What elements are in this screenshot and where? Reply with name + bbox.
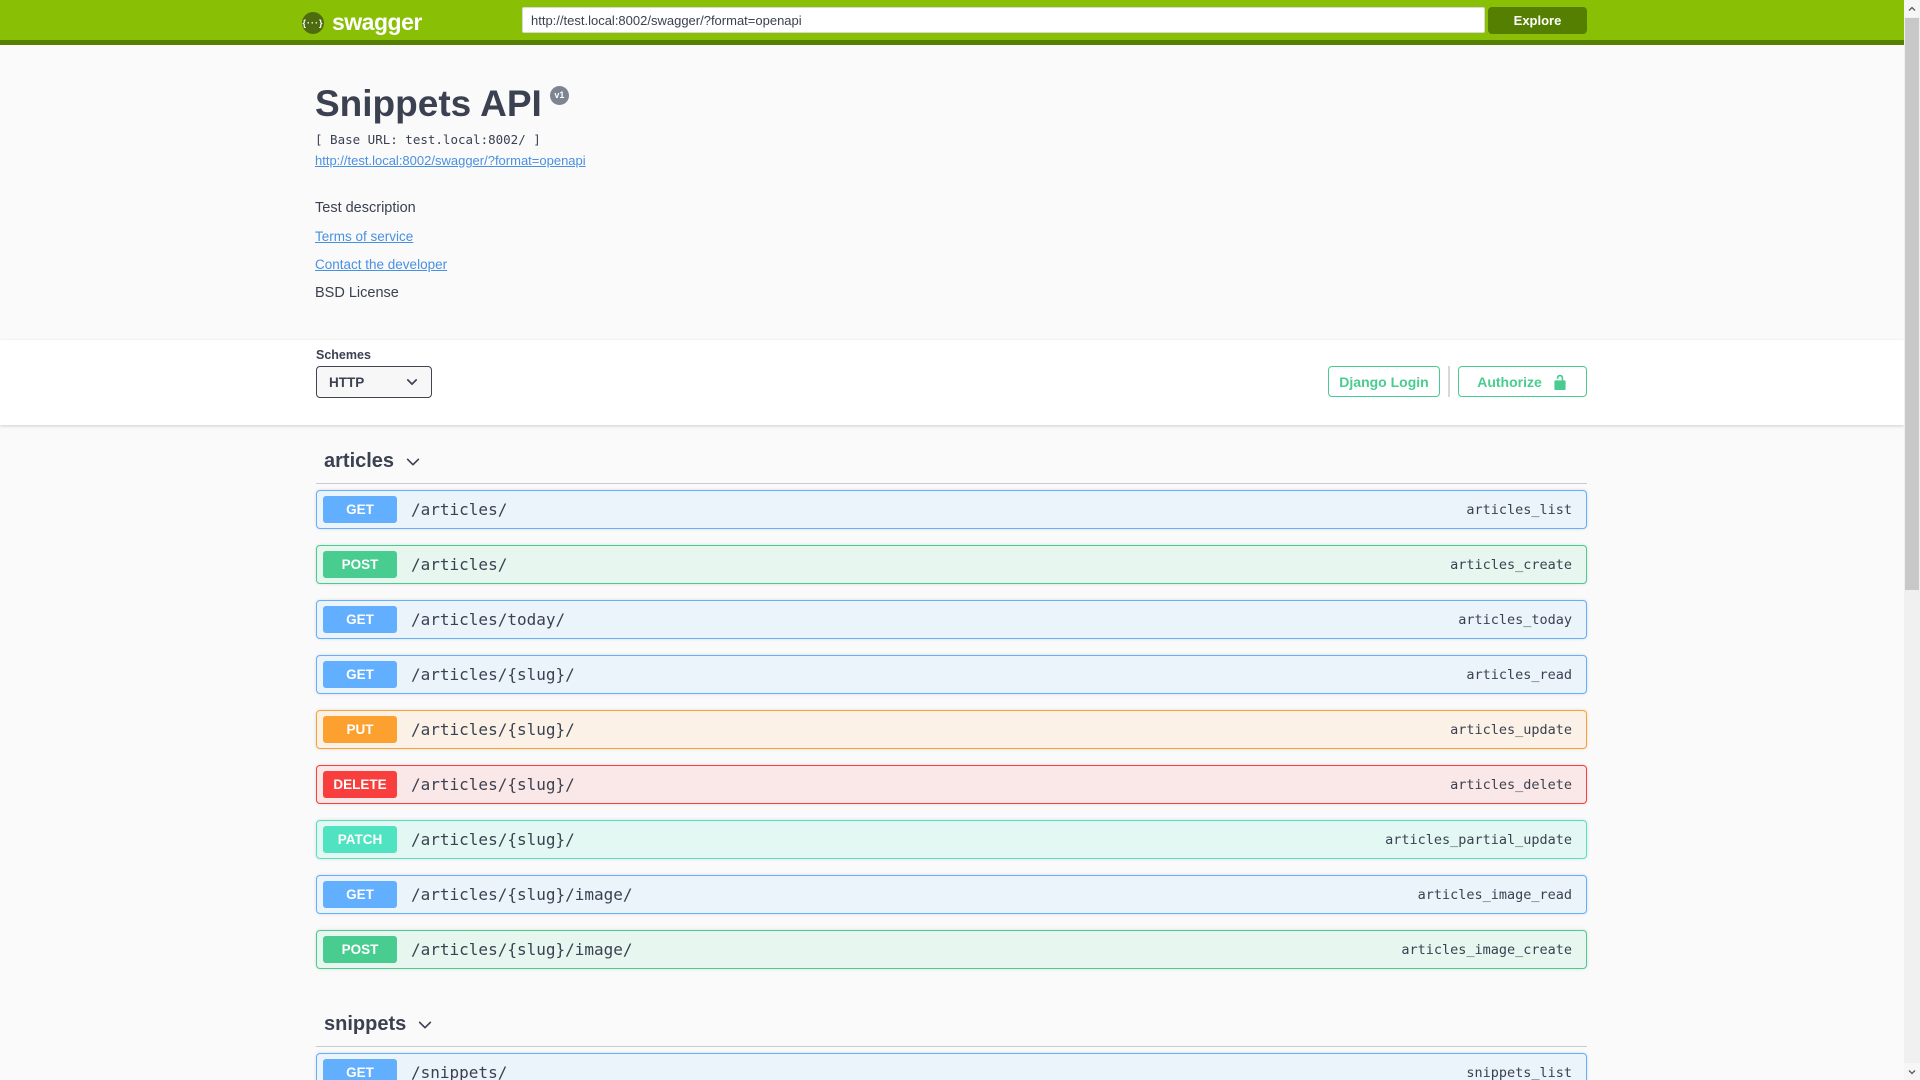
endpoint-path: /articles/{slug}/ — [411, 720, 575, 739]
endpoint-path: /articles/{slug}/image/ — [411, 885, 633, 904]
base-url: [ Base URL: test.local:8002/ ] — [315, 132, 541, 147]
vertical-scrollbar[interactable] — [1904, 0, 1920, 1080]
license-text: BSD License — [315, 285, 399, 301]
tag-title: snippets — [324, 1013, 407, 1035]
explore-button[interactable]: Explore — [1488, 7, 1587, 34]
tag-header-articles[interactable]: articles — [316, 450, 1587, 473]
method-badge: GET — [323, 1059, 397, 1080]
chevron-down-icon — [406, 379, 418, 385]
operation-id: articles_delete — [1450, 776, 1572, 793]
method-badge: GET — [323, 606, 397, 633]
method-badge: POST — [323, 936, 397, 963]
terms-of-service-link[interactable]: Terms of service — [315, 229, 413, 244]
endpoint-row[interactable]: GET /articles/today/ articles_today — [316, 600, 1587, 639]
spec-url-input[interactable] — [522, 7, 1485, 33]
django-login-button[interactable]: Django Login — [1328, 366, 1440, 397]
scrollbar-thumb[interactable] — [1905, 18, 1919, 590]
endpoint-row[interactable]: GET /articles/ articles_list — [316, 490, 1587, 529]
endpoint-path: /articles/ — [411, 500, 508, 519]
scrollbar-up-arrow-icon[interactable] — [1904, 0, 1920, 17]
scheme-selected-value: HTTP — [329, 374, 365, 390]
brand-name: swagger — [332, 9, 422, 35]
endpoint-path: /articles/{slug}/ — [411, 775, 575, 794]
endpoint-row[interactable]: GET /articles/{slug}/image/ articles_ima… — [316, 875, 1587, 914]
divider — [316, 1046, 1587, 1047]
endpoint-row[interactable]: POST /articles/{slug}/image/ articles_im… — [316, 930, 1587, 969]
page-title: Snippets API — [315, 83, 542, 124]
operation-id: articles_create — [1450, 556, 1572, 573]
scrollbar-down-arrow-icon[interactable] — [1904, 1063, 1920, 1080]
method-badge: PATCH — [323, 826, 397, 853]
swagger-braces-icon: {···} — [302, 11, 324, 34]
endpoint-row[interactable]: GET /snippets/ snippets_list — [316, 1053, 1587, 1080]
method-badge: GET — [323, 881, 397, 908]
endpoint-path: /articles/{slug}/ — [411, 665, 575, 684]
tag-title: articles — [324, 450, 395, 472]
divider — [316, 483, 1587, 484]
divider — [1448, 366, 1450, 397]
scheme-select[interactable]: HTTP — [316, 366, 432, 398]
chevron-down-icon — [419, 1020, 432, 1029]
tag-header-snippets[interactable]: snippets — [316, 1013, 1587, 1036]
method-badge: PUT — [323, 716, 397, 743]
operations-list: articles GET /articles/ articles_list PO… — [316, 450, 1587, 1080]
operation-id: articles_partial_update — [1385, 831, 1572, 848]
chevron-down-icon — [406, 457, 420, 466]
operation-id: articles_read — [1466, 666, 1572, 683]
endpoint-path: /snippets/ — [411, 1063, 508, 1080]
operation-id: articles_update — [1450, 721, 1572, 738]
contact-developer-link[interactable]: Contact the developer — [315, 257, 447, 272]
endpoint-row[interactable]: PATCH /articles/{slug}/ articles_partial… — [316, 820, 1587, 859]
scheme-container: Schemes HTTP Django Login Authorize — [0, 340, 1904, 425]
authorize-button[interactable]: Authorize — [1458, 366, 1587, 397]
method-badge: POST — [323, 551, 397, 578]
top-bar: {···} swagger Explore — [0, 0, 1904, 45]
endpoint-path: /articles/today/ — [411, 610, 566, 629]
spec-link[interactable]: http://test.local:8002/swagger/?format=o… — [315, 153, 586, 168]
endpoint-path: /articles/{slug}/image/ — [411, 940, 633, 959]
method-badge: GET — [323, 496, 397, 523]
endpoint-path: /articles/ — [411, 555, 508, 574]
endpoint-row[interactable]: DELETE /articles/{slug}/ articles_delete — [316, 765, 1587, 804]
operation-id: articles_image_read — [1417, 886, 1572, 903]
unlocked-padlock-icon — [1554, 374, 1566, 390]
swagger-logo[interactable]: {···} swagger — [302, 9, 422, 36]
endpoint-row[interactable]: GET /articles/{slug}/ articles_read — [316, 655, 1587, 694]
operation-id: articles_list — [1466, 501, 1572, 518]
operation-id: articles_today — [1458, 611, 1572, 628]
endpoint-path: /articles/{slug}/ — [411, 830, 575, 849]
version-badge: v1 — [549, 86, 569, 105]
endpoint-row[interactable]: PUT /articles/{slug}/ articles_update — [316, 710, 1587, 749]
schemes-label: Schemes — [316, 348, 371, 362]
authorize-label: Authorize — [1477, 373, 1542, 390]
method-badge: DELETE — [323, 771, 397, 798]
operation-id: snippets_list — [1466, 1064, 1572, 1080]
operation-id: articles_image_create — [1401, 941, 1572, 958]
api-description: Test description — [315, 200, 416, 216]
api-info: Snippets API v1 [ Base URL: test.local:8… — [315, 83, 1587, 302]
method-badge: GET — [323, 661, 397, 688]
endpoint-row[interactable]: POST /articles/ articles_create — [316, 545, 1587, 584]
